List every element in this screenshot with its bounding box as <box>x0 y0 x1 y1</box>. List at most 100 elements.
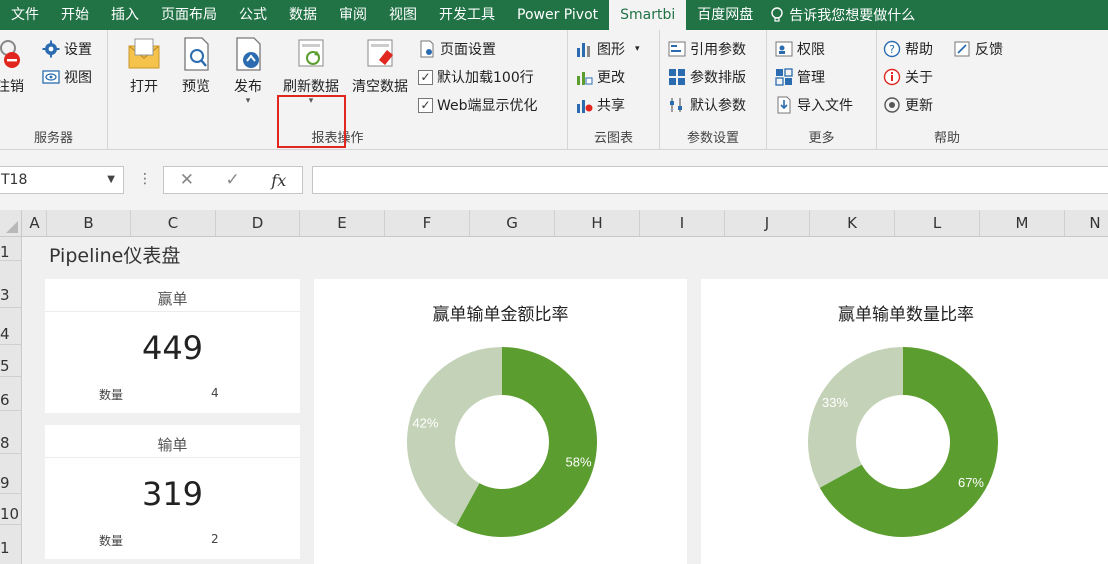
select-all-corner[interactable] <box>0 210 22 236</box>
formula-input[interactable] <box>312 166 1108 194</box>
logout-label: 注销 <box>0 79 24 95</box>
tab-insert[interactable]: 插入 <box>100 0 150 30</box>
tab-data[interactable]: 数据 <box>278 0 328 30</box>
col-header[interactable]: C <box>131 210 216 236</box>
view-button[interactable]: 视图 <box>42 66 92 88</box>
amount-ratio-donut[interactable]: 58% 42% <box>402 342 602 542</box>
preview-button[interactable]: 预览 <box>174 36 218 96</box>
tab-home[interactable]: 开始 <box>50 0 100 30</box>
col-header[interactable]: G <box>470 210 555 236</box>
feedback-label: 反馈 <box>975 42 1003 58</box>
row-header[interactable]: 1 <box>0 237 22 261</box>
tab-formulas[interactable]: 公式 <box>228 0 278 30</box>
group-help: ? 帮助 反馈 关于 更新 帮助 <box>877 30 1017 150</box>
publish-dropdown-icon[interactable]: ▾ <box>226 96 270 106</box>
default-load-checkbox[interactable]: ✓ 默认加载100行 <box>418 66 534 88</box>
amount-ratio-card: 赢单输单金额比率 58% 42% <box>314 279 687 564</box>
import-file-icon <box>777 96 791 114</box>
param-layout-button[interactable]: 参数排版 <box>668 66 746 88</box>
tab-baidu-netdisk[interactable]: 百度网盘 <box>686 0 764 30</box>
preview-label: 预览 <box>182 79 210 95</box>
manage-button[interactable]: 管理 <box>775 66 825 88</box>
logout-button[interactable]: 注销 <box>0 36 30 96</box>
share-icon <box>577 100 593 113</box>
col-header[interactable]: H <box>555 210 640 236</box>
help-button[interactable]: ? 帮助 <box>883 38 933 60</box>
row-header[interactable]: 3 <box>0 286 22 308</box>
info-circle-icon <box>883 68 901 86</box>
publish-icon <box>230 36 266 72</box>
page-setup-button[interactable]: 页面设置 <box>418 38 496 60</box>
tab-review[interactable]: 审阅 <box>328 0 378 30</box>
row-header[interactable]: 8 <box>0 432 22 454</box>
permission-label: 权限 <box>797 42 825 58</box>
tab-smartbi[interactable]: Smartbi <box>609 0 687 30</box>
ref-param-button[interactable]: 引用参数 <box>668 38 746 60</box>
about-button[interactable]: 关于 <box>883 66 933 88</box>
update-button[interactable]: 更新 <box>883 94 933 116</box>
default-param-button[interactable]: 默认参数 <box>668 94 746 116</box>
row-header[interactable]: 10 <box>0 503 22 525</box>
open-button[interactable]: 打开 <box>122 36 166 96</box>
col-header[interactable]: B <box>47 210 131 236</box>
default-param-icon <box>670 98 682 112</box>
col-header[interactable]: A <box>23 210 47 236</box>
tell-me-box[interactable]: 告诉我您想要做什么 <box>764 5 915 25</box>
share-button[interactable]: 共享 <box>575 94 625 116</box>
import-file-button[interactable]: 导入文件 <box>775 94 853 116</box>
checkbox-checked-icon: ✓ <box>418 69 433 85</box>
kpi-divider <box>45 457 300 458</box>
tab-view[interactable]: 视图 <box>378 0 428 30</box>
permission-button[interactable]: 权限 <box>775 38 825 60</box>
row-header[interactable]: 5 <box>0 355 22 377</box>
row-header[interactable]: 9 <box>0 472 22 494</box>
row-headers: 1 3 4 5 6 8 9 10 1 <box>0 237 22 564</box>
col-header[interactable]: J <box>725 210 810 236</box>
sheet-area[interactable]: Pipeline仪表盘 赢单 449 数量 4 输单 319 数量 2 赢单输单… <box>23 237 1108 564</box>
publish-button[interactable]: 发布 ▾ <box>226 36 270 106</box>
chart-dropdown-icon[interactable]: ▾ <box>635 44 640 54</box>
formula-buttons: ✕ ✓ fx <box>163 166 303 194</box>
name-box[interactable]: T18 ▼ <box>0 166 124 194</box>
feedback-button[interactable]: 反馈 <box>953 38 1003 60</box>
settings-button[interactable]: 设置 <box>42 38 92 60</box>
name-box-dropdown-icon[interactable]: ▼ <box>107 167 115 193</box>
change-button[interactable]: 更改 <box>575 66 625 88</box>
col-header[interactable]: E <box>300 210 385 236</box>
row-header[interactable]: 4 <box>0 323 22 345</box>
col-header[interactable]: I <box>640 210 725 236</box>
confirm-icon[interactable]: ✓ <box>226 170 240 190</box>
clear-data-button[interactable]: 清空数据 <box>347 36 413 96</box>
col-header[interactable]: K <box>810 210 895 236</box>
col-header[interactable]: D <box>216 210 300 236</box>
row-header[interactable]: 6 <box>0 389 22 411</box>
win-count-value: 4 <box>211 386 219 400</box>
loss-count-label: 数量 <box>99 534 124 548</box>
group-more: 权限 管理 导入文件 更多 <box>767 30 877 150</box>
col-header[interactable]: N <box>1065 210 1108 236</box>
web-optimize-label: Web端显示优化 <box>437 98 538 114</box>
cancel-icon[interactable]: ✕ <box>180 170 194 190</box>
insert-function-icon[interactable]: fx <box>271 171 286 190</box>
formula-bar-grip-icon[interactable]: ⋮ <box>138 171 152 187</box>
col-header[interactable]: L <box>895 210 980 236</box>
refresh-data-label: 刷新数据 <box>283 79 339 95</box>
col-header[interactable]: F <box>385 210 470 236</box>
amount-ratio-title: 赢单输单金额比率 <box>432 305 569 325</box>
checkbox-checked-icon: ✓ <box>418 97 433 113</box>
tab-file[interactable]: 文件 <box>0 0 50 30</box>
tab-power-pivot[interactable]: Power Pivot <box>506 0 609 30</box>
group-more-label: 更多 <box>808 131 835 146</box>
chart-button[interactable]: 图形 ▾ <box>575 38 640 60</box>
donut-percent-label: 67% <box>958 475 984 490</box>
question-circle-icon: ? <box>883 40 901 58</box>
count-ratio-donut[interactable]: 67% 33% <box>803 342 1003 542</box>
tab-developer[interactable]: 开发工具 <box>428 0 506 30</box>
web-optimize-checkbox[interactable]: ✓ Web端显示优化 <box>418 94 538 116</box>
row-header[interactable]: 1 <box>0 537 22 564</box>
group-param-settings: 引用参数 参数排版 默认参数 参数设置 <box>660 30 767 150</box>
col-header[interactable]: M <box>980 210 1065 236</box>
tab-page-layout[interactable]: 页面布局 <box>150 0 228 30</box>
page-setup-icon <box>420 40 434 58</box>
donut-slice-loss[interactable] <box>808 347 903 488</box>
